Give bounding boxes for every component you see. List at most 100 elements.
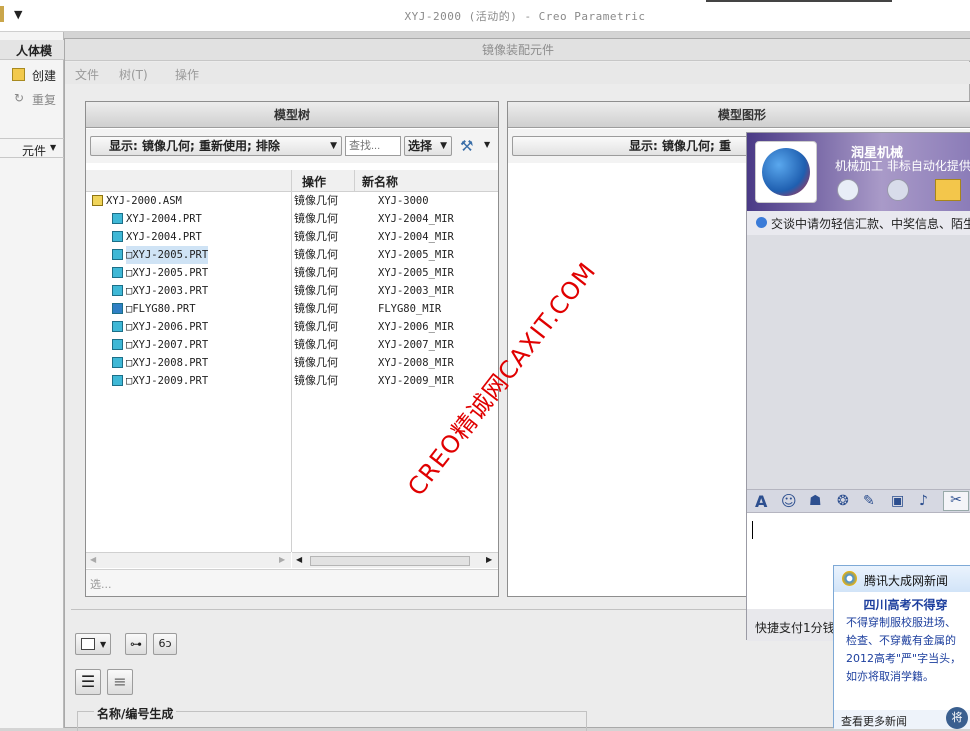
left-tab-label[interactable]: 人体模	[16, 42, 52, 59]
group-avatar[interactable]	[755, 141, 817, 203]
more-news-link[interactable]: 查看更多新闻	[841, 715, 907, 728]
emoji-icon[interactable]: ☺	[781, 492, 797, 510]
display-filter-combo[interactable]: 显示: 镜像几何; 重新使用; 排除 ▼	[90, 136, 342, 156]
scroll-thumb[interactable]	[310, 556, 470, 566]
part-icon	[112, 267, 123, 278]
chevron-down-icon: ▼	[440, 141, 447, 151]
tree-row-selected[interactable]: □XYJ-2005.PRT 镜像几何 XYJ-2005_MIR	[86, 246, 498, 264]
folder-send-icon[interactable]	[935, 179, 961, 201]
music-icon[interactable]: ♪	[919, 493, 928, 509]
row-new-name[interactable]: XYJ-2005_MIR	[378, 264, 454, 282]
row-new-name[interactable]: XYJ-2007_MIR	[378, 336, 454, 354]
news-body[interactable]: 四川高考不得穿 不得穿制服校服进场、检查、不穿戴有金属的2012高考"严"字当头…	[834, 592, 970, 710]
menu-file[interactable]: 文件	[75, 66, 99, 83]
row-operation[interactable]: 镜像几何	[294, 300, 338, 318]
column-new-name[interactable]: 新名称	[362, 173, 398, 190]
row-new-name[interactable]: XYJ-2006_MIR	[378, 318, 454, 336]
tree-status-bar: 选...	[86, 569, 498, 596]
tree-icon: ⊶	[130, 637, 142, 651]
tree-row[interactable]: □XYJ-2003.PRT 镜像几何 XYJ-2003_MIR	[86, 282, 498, 300]
chat-format-toolbar: A ☺ ☗ ❂ ✎ ▣ ♪ ✂	[747, 489, 970, 513]
tree-row[interactable]: □XYJ-2009.PRT 镜像几何 XYJ-2009_MIR	[86, 372, 498, 390]
menu-tree[interactable]: 树(T)	[119, 66, 148, 83]
row-name: □XYJ-2008.PRT	[126, 357, 209, 369]
column-operation[interactable]: 操作	[302, 173, 326, 190]
tree-row[interactable]: XYJ-2004.PRT 镜像几何 XYJ-2004_MIR	[86, 210, 498, 228]
news-headline[interactable]: 四川高考不得穿	[846, 596, 965, 614]
info-icon	[756, 217, 767, 228]
tree-row[interactable]: □FLYG80.PRT 镜像几何 FLYG80_MIR	[86, 300, 498, 318]
left-ribbon-panel: 人体模 创建 ↻ 重复 元件 ▼	[0, 32, 64, 728]
row-operation[interactable]: 镜像几何	[294, 354, 338, 372]
gift-icon[interactable]: ❂	[837, 493, 849, 509]
tree-row[interactable]: □XYJ-2005.PRT 镜像几何 XYJ-2005_MIR	[86, 264, 498, 282]
logo-icon	[762, 148, 810, 196]
graphics-display-label: 显示: 镜像几何; 重	[629, 139, 731, 153]
row-operation[interactable]: 镜像几何	[294, 228, 338, 246]
scroll-left-icon[interactable]: ◀	[90, 555, 96, 564]
graphics-display-combo[interactable]: 显示: 镜像几何; 重	[512, 136, 772, 156]
chat-header: 润星机械 机械加工 非标自动化提供	[747, 133, 970, 211]
edit-icon[interactable]: ✎	[863, 493, 875, 509]
horizontal-scrollbar[interactable]: ◀ ▶	[292, 552, 498, 568]
chevron-down-icon: ▼	[330, 141, 337, 151]
mask-icon[interactable]: ☗	[809, 493, 822, 509]
row-operation[interactable]: 镜像几何	[294, 264, 338, 282]
preview-button[interactable]: 6ↄ	[153, 633, 177, 655]
quick-pay-text[interactable]: 快捷支付1分钱	[755, 621, 835, 635]
component-group[interactable]: 元件 ▼	[0, 138, 64, 158]
row-operation[interactable]: 镜像几何	[294, 318, 338, 336]
row-name: □XYJ-2005.PRT	[126, 267, 209, 279]
row-new-name[interactable]: XYJ-2004_MIR	[378, 228, 454, 246]
news-summary: 不得穿制服校服进场、检查、不穿戴有金属的2012高考"严"字当头，如亦将取消学籍…	[846, 616, 962, 683]
row-operation[interactable]: 镜像几何	[294, 192, 338, 210]
chat-message-area[interactable]	[747, 235, 970, 489]
create-label: 创建	[32, 69, 57, 83]
row-operation[interactable]: 镜像几何	[294, 210, 338, 228]
row-new-name[interactable]: XYJ-2005_MIR	[378, 246, 454, 264]
row-operation[interactable]: 镜像几何	[294, 372, 338, 390]
create-button[interactable]: 创建	[12, 66, 62, 84]
tree-row[interactable]: XYJ-2000.ASM 镜像几何 XYJ-3000	[86, 192, 498, 210]
part-icon	[112, 375, 123, 386]
microphone-icon[interactable]	[887, 179, 909, 201]
scissors-icon[interactable]: ✂	[943, 491, 969, 511]
row-new-name[interactable]: FLYG80_MIR	[378, 300, 441, 318]
row-new-name[interactable]: XYJ-2003_MIR	[378, 282, 454, 300]
menu-bar: 文件 树(T) 操作	[65, 62, 970, 84]
tree-row[interactable]: □XYJ-2007.PRT 镜像几何 XYJ-2007_MIR	[86, 336, 498, 354]
tree-settings-icon[interactable]: ⚒	[460, 137, 480, 157]
chevron-down-icon[interactable]: ▼	[484, 140, 490, 149]
avatar[interactable]: 将	[946, 707, 968, 729]
group-description: 机械加工 非标自动化提供	[835, 159, 970, 173]
view-layout-button[interactable]: ▼	[75, 633, 111, 655]
detail-view-button[interactable]: ≡	[107, 669, 133, 695]
tree-row[interactable]: □XYJ-2008.PRT 镜像几何 XYJ-2008_MIR	[86, 354, 498, 372]
row-new-name[interactable]: XYJ-3000	[378, 192, 429, 210]
select-label: 选择	[408, 139, 433, 153]
search-input[interactable]	[345, 136, 401, 156]
repeat-button[interactable]: ↻ 重复	[12, 90, 62, 108]
row-operation[interactable]: 镜像几何	[294, 246, 338, 264]
scroll-right-icon[interactable]: ▶	[486, 555, 492, 564]
scroll-right-icon[interactable]: ▶	[279, 555, 285, 564]
scroll-left-icon[interactable]: ◀	[296, 555, 302, 564]
image-icon[interactable]: ▣	[891, 493, 904, 509]
row-new-name[interactable]: XYJ-2009_MIR	[378, 372, 454, 390]
column-divider	[354, 170, 355, 192]
row-new-name[interactable]: XYJ-2004_MIR	[378, 210, 454, 228]
horizontal-scrollbar[interactable]: ◀ ▶	[86, 552, 291, 568]
row-new-name[interactable]: XYJ-2008_MIR	[378, 354, 454, 372]
row-name: XYJ-2004.PRT	[126, 231, 202, 243]
tree-structure-button[interactable]: ⊶	[125, 633, 147, 655]
webcam-icon[interactable]	[837, 179, 859, 201]
font-icon[interactable]: A	[755, 492, 767, 511]
menu-operation[interactable]: 操作	[175, 66, 199, 83]
row-operation[interactable]: 镜像几何	[294, 282, 338, 300]
tree-row[interactable]: XYJ-2004.PRT 镜像几何 XYJ-2004_MIR	[86, 228, 498, 246]
row-operation[interactable]: 镜像几何	[294, 336, 338, 354]
tree-row[interactable]: □XYJ-2006.PRT 镜像几何 XYJ-2006_MIR	[86, 318, 498, 336]
select-combo[interactable]: 选择 ▼	[404, 136, 452, 156]
row-name: □XYJ-2005.PRT	[126, 246, 209, 264]
list-view-button[interactable]: ☰	[75, 669, 101, 695]
